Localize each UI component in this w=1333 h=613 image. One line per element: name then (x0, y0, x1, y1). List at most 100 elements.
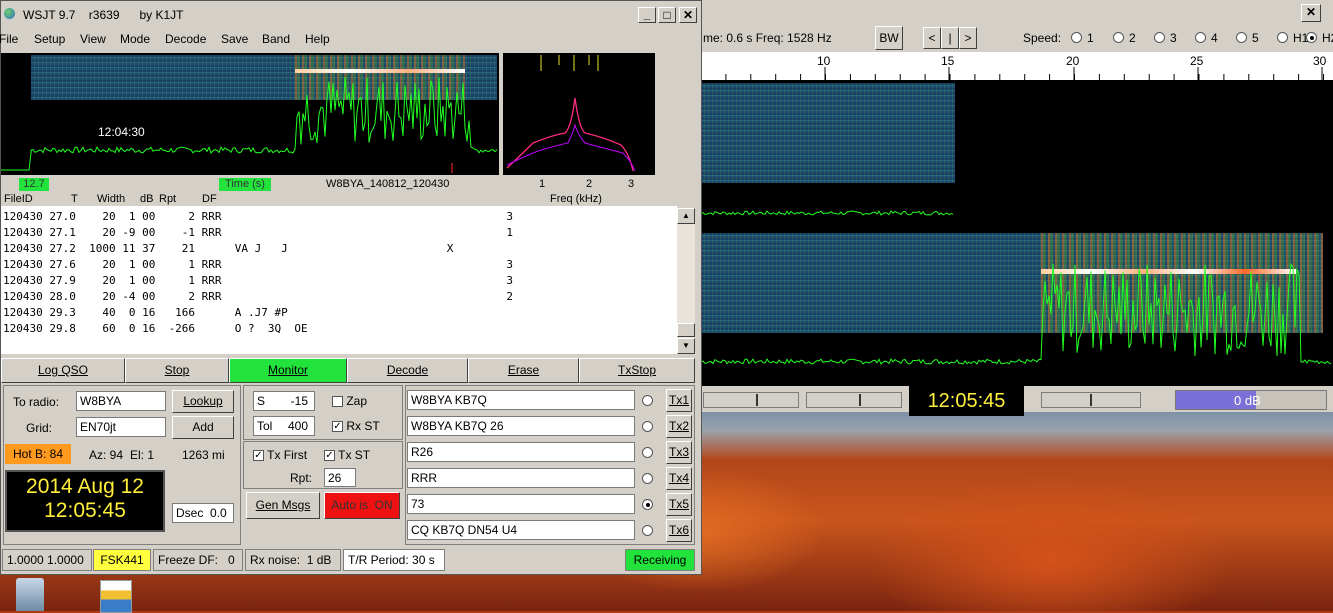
decode-list[interactable]: 120430 27.0 20 1 00 2 RRR 3 120430 27.1 2… (1, 206, 677, 354)
log-qso-button[interactable]: Log QSO (1, 358, 125, 383)
nav-right-button[interactable]: > (959, 27, 977, 49)
grid-input[interactable]: EN70jt (76, 417, 166, 437)
brightness-slider[interactable] (703, 392, 799, 408)
tx-button-1[interactable]: Tx1 (666, 389, 692, 412)
tx-button-4[interactable]: Tx4 (666, 467, 692, 490)
scroll-thumb[interactable] (677, 323, 695, 337)
tx-button-2[interactable]: Tx2 (666, 415, 692, 438)
tx-select-radio-3[interactable] (642, 447, 653, 458)
zero-slider[interactable] (1041, 392, 1141, 408)
azimuth-readout: Az: 94 (89, 448, 124, 462)
tx-first-checkbox[interactable]: ✓ Tx First (253, 448, 307, 462)
tx-st-checkbox[interactable]: ✓ Tx ST (324, 448, 370, 462)
decode-row[interactable]: 120430 27.6 20 1 00 1 RRR 3 (3, 258, 513, 271)
recycle-bin-icon[interactable] (16, 578, 44, 611)
speed-radio-4[interactable] (1195, 32, 1206, 43)
bw-button[interactable]: BW (875, 26, 903, 50)
tx-select-radio-5[interactable] (642, 499, 653, 510)
menu-view[interactable]: View (80, 32, 106, 46)
decode-row[interactable]: 120430 29.3 40 0 16 166 A .J7 #P (3, 306, 288, 319)
tx-message-input-2[interactable]: W8BYA KB7Q 26 (407, 416, 635, 436)
scroll-down-button[interactable]: ▼ (677, 338, 695, 354)
speed-radio-5[interactable] (1236, 32, 1247, 43)
rpt-input[interactable]: 26 (324, 468, 356, 487)
ruler-tick-label: 30 (1313, 54, 1327, 68)
waterfall-display[interactable] (701, 81, 1333, 386)
stop-button[interactable]: Stop (125, 358, 229, 383)
tx-button-label: Tx3 (668, 445, 689, 459)
tol-field[interactable]: Tol 400 (253, 416, 315, 436)
col-width: Width (97, 193, 126, 205)
lookup-label: Lookup (183, 394, 223, 408)
tx-message-input-1[interactable]: W8BYA KB7Q (407, 390, 635, 410)
monitor-button[interactable]: Monitor (229, 358, 347, 383)
scroll-up-button[interactable]: ▲ (677, 208, 695, 224)
decode-scrollbar[interactable]: ▲ ▼ (677, 208, 695, 354)
menu-file[interactable]: File (0, 32, 18, 46)
menu-mode[interactable]: Mode (120, 32, 150, 46)
level-text: 0 dB (1234, 393, 1261, 408)
s-field[interactable]: S -15 (253, 391, 315, 411)
to-radio-input[interactable]: W8BYA (76, 391, 166, 411)
tx-messages-panel: W8BYA KB7Q Tx1 W8BYA KB7Q 26 Tx2 R26 Tx3 RRR Tx… (405, 385, 695, 545)
menu-help[interactable]: Help (305, 32, 330, 46)
rx-st-check-icon[interactable]: ✓ (332, 421, 343, 433)
zap-check-icon[interactable] (332, 396, 343, 408)
tx-select-radio-2[interactable] (642, 421, 653, 432)
tx-button-6[interactable]: Tx6 (666, 519, 692, 542)
speed-radio-3[interactable] (1154, 32, 1165, 43)
speed-radio-h1[interactable] (1277, 32, 1288, 43)
menu-save[interactable]: Save (221, 32, 248, 46)
tx-select-radio-6[interactable] (642, 525, 653, 536)
decode-row[interactable]: 120430 27.2 1000 11 37 21 VA J J X (3, 242, 453, 255)
close-button[interactable]: ✕ (679, 7, 697, 23)
auto-button[interactable]: Auto is ON (324, 492, 400, 519)
rpt-label: Rpt: (290, 471, 313, 485)
tx-settings-panel: ✓ Tx First ✓ Tx ST Rpt: 26 (243, 441, 403, 489)
decode-row[interactable]: 120430 27.9 20 1 00 1 RRR 3 (3, 274, 513, 287)
window-close-button[interactable]: ✕ (1301, 4, 1321, 22)
spectrum-graph[interactable] (503, 53, 655, 175)
tx-button-label: Tx5 (668, 497, 689, 511)
tx-select-radio-1[interactable] (642, 395, 653, 406)
tx-button-3[interactable]: Tx3 (666, 441, 692, 464)
picture-file-icon[interactable] (100, 580, 132, 613)
tx-message-input-4[interactable]: RRR (407, 468, 635, 488)
speed-option-label: H2 (1322, 31, 1333, 45)
tx-button-5[interactable]: Tx5 (666, 493, 692, 516)
tx-message-input-3[interactable]: R26 (407, 442, 635, 462)
tx-first-check-icon[interactable]: ✓ (253, 450, 264, 462)
tx-select-radio-4[interactable] (642, 473, 653, 484)
waterfall-clock: 12:05:45 (909, 386, 1024, 416)
nav-center-button[interactable]: | (941, 27, 959, 49)
freq-tick-label: 3 (628, 178, 635, 190)
tx-message-input-5[interactable]: 73 (407, 494, 635, 514)
decode-row[interactable]: 120430 28.0 20 -4 00 2 RRR 2 (3, 290, 513, 303)
lookup-button[interactable]: Lookup (172, 390, 234, 413)
rx-st-checkbox[interactable]: ✓ Rx ST (332, 419, 380, 433)
add-button[interactable]: Add (172, 416, 234, 439)
speed-radio-1[interactable] (1071, 32, 1082, 43)
contrast-slider[interactable] (806, 392, 902, 408)
tx-st-check-icon[interactable]: ✓ (324, 450, 335, 462)
erase-button[interactable]: Erase (468, 358, 579, 383)
decode-button[interactable]: Decode (347, 358, 468, 383)
decode-row[interactable]: 120430 27.0 20 1 00 2 RRR 3 (3, 210, 513, 223)
gen-msgs-button[interactable]: Gen Msgs (246, 492, 320, 519)
tx-message-input-6[interactable]: CQ KB7Q DN54 U4 (407, 520, 635, 540)
maximize-button[interactable]: □ (658, 7, 676, 23)
txstop-button[interactable]: TxStop (579, 358, 695, 383)
speed-radio-h2[interactable] (1306, 32, 1317, 43)
nav-left-button[interactable]: < (923, 27, 941, 49)
menu-setup[interactable]: Setup (34, 32, 65, 46)
tol-value: 400 (287, 419, 308, 433)
zap-checkbox[interactable]: Zap (332, 394, 367, 408)
decode-row[interactable]: 120430 29.8 60 0 16 -266 O ? 3Q OE (3, 322, 308, 335)
menu-decode[interactable]: Decode (165, 32, 206, 46)
speed-radio-2[interactable] (1113, 32, 1124, 43)
decode-row[interactable]: 120430 27.1 20 -9 00 -1 RRR 1 (3, 226, 513, 239)
main-waterfall-graph[interactable]: 12:04:30 (1, 53, 499, 175)
menu-band[interactable]: Band (262, 32, 290, 46)
status-freeze: Freeze DF: 0 (153, 549, 243, 571)
minimize-button[interactable]: _ (638, 7, 656, 23)
